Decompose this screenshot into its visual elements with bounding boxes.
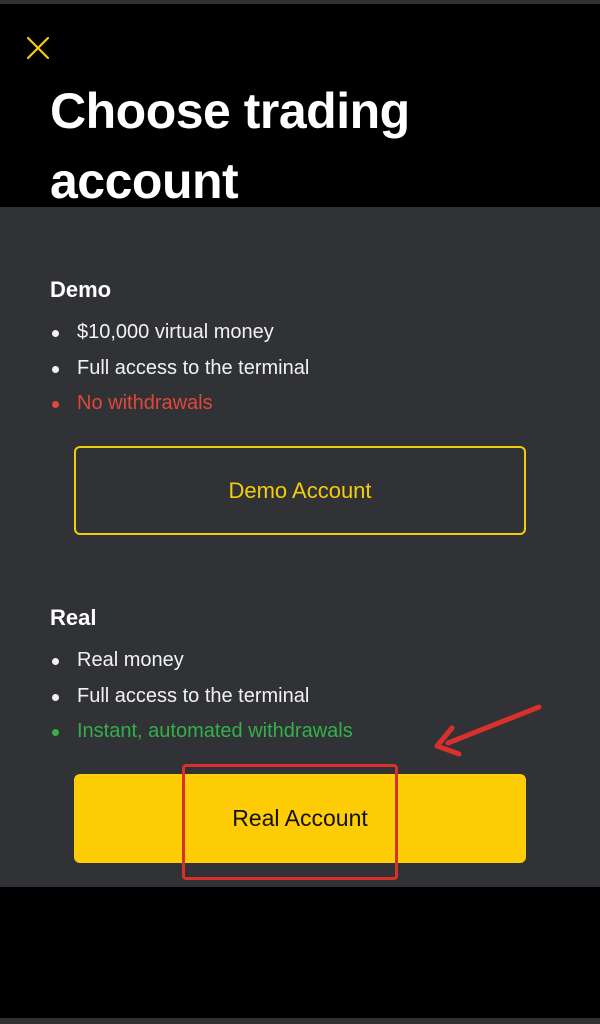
- list-item-text: Real money: [77, 649, 184, 671]
- list-item-text: No withdrawals: [77, 392, 213, 414]
- list-item: Instant, automated withdrawals: [50, 714, 353, 750]
- close-button[interactable]: [22, 32, 54, 64]
- bottom-border: [0, 1018, 600, 1024]
- bullet-icon: [52, 401, 59, 408]
- list-item-text: Full access to the terminal: [77, 356, 310, 379]
- list-item-text: Instant, automated withdrawals: [77, 720, 353, 742]
- bullet-icon: [52, 693, 59, 701]
- list-item-text: $10,000 virtual money: [77, 321, 274, 343]
- list-item: $10,000 virtual money: [50, 315, 309, 351]
- demo-features-list: $10,000 virtual money Full access to the…: [50, 315, 309, 422]
- bullet-icon: [52, 658, 59, 665]
- real-account-button[interactable]: Real Account: [74, 774, 526, 863]
- page-title: Choose trading account: [50, 76, 570, 216]
- bullet-icon: [52, 729, 59, 736]
- demo-section-title: Demo: [50, 277, 112, 302]
- list-item-text: Full access to the terminal: [77, 684, 310, 707]
- close-icon: [26, 36, 50, 60]
- list-item: Full access to the terminal: [50, 351, 309, 387]
- list-item: Full access to the terminal: [50, 679, 353, 715]
- demo-account-button[interactable]: Demo Account: [74, 446, 526, 535]
- list-item: Real money: [50, 643, 353, 679]
- bullet-icon: [52, 365, 59, 373]
- real-section-title: Real: [50, 605, 97, 630]
- list-item: No withdrawals: [50, 386, 309, 422]
- page-title-line-1: Choose trading: [50, 83, 410, 139]
- header: Choose trading account: [0, 4, 600, 209]
- real-features-list: Real money Full access to the terminal I…: [50, 643, 353, 750]
- bullet-icon: [52, 330, 59, 337]
- page-title-line-2: account: [50, 153, 239, 209]
